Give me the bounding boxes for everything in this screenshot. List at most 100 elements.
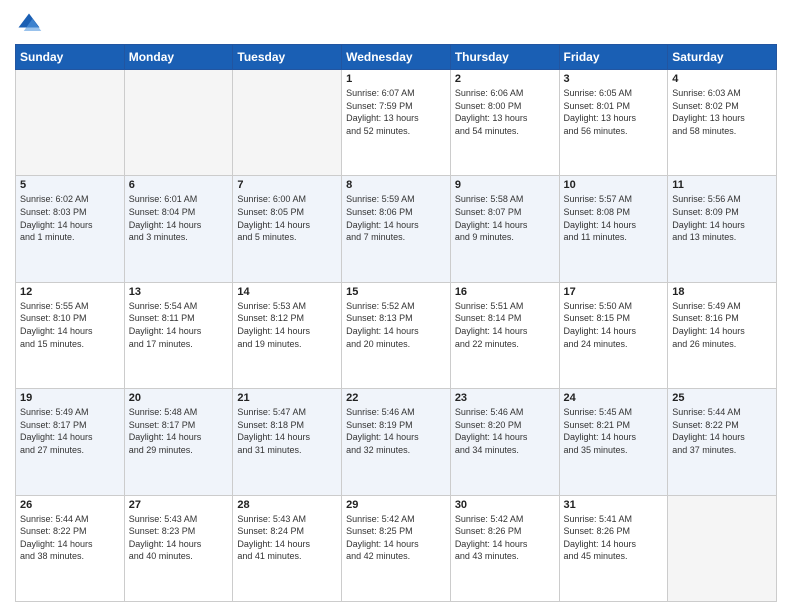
day-info: Sunrise: 6:03 AMSunset: 8:02 PMDaylight:… (672, 87, 772, 137)
day-number: 5 (20, 179, 120, 191)
weekday-header-sunday: Sunday (16, 45, 125, 70)
day-number: 6 (129, 179, 229, 191)
calendar-cell: 6 Sunrise: 6:01 AMSunset: 8:04 PMDaylight… (124, 176, 233, 282)
calendar-cell: 30Sunrise: 5:42 AMSunset: 8:26 PMDayligh… (450, 495, 559, 601)
day-info: Sunrise: 5:49 AMSunset: 8:16 PMDaylight:… (672, 300, 772, 350)
day-info: Sunrise: 5:59 AMSunset: 8:06 PMDaylight:… (346, 193, 446, 243)
calendar-cell: 23 Sunrise: 5:46 AMSunset: 8:20 PMDayligh… (450, 389, 559, 495)
calendar-cell: 27 Sunrise: 5:43 AMSunset: 8:23 PMDayligh… (124, 495, 233, 601)
day-number: 18 (672, 286, 772, 298)
day-info: Sunrise: 5:49 AMSunset: 8:17 PMDaylight:… (20, 406, 120, 456)
calendar-cell: 10 Sunrise: 5:57 AMSunset: 8:08 PMDayligh… (559, 176, 668, 282)
calendar-cell: 14Sunrise: 5:53 AMSunset: 8:12 PMDayligh… (233, 282, 342, 388)
day-number: 29 (346, 499, 446, 511)
day-info: Sunrise: 5:50 AMSunset: 8:15 PMDaylight:… (564, 300, 664, 350)
day-number: 17 (564, 286, 664, 298)
day-info: Sunrise: 5:57 AMSunset: 8:08 PMDaylight:… (564, 193, 664, 243)
calendar-cell: 4 Sunrise: 6:03 AMSunset: 8:02 PMDaylight… (668, 70, 777, 176)
day-number: 14 (237, 286, 337, 298)
day-info: Sunrise: 5:41 AMSunset: 8:26 PMDaylight:… (564, 513, 664, 563)
day-info: Sunrise: 5:46 AMSunset: 8:20 PMDaylight:… (455, 406, 555, 456)
weekday-header-thursday: Thursday (450, 45, 559, 70)
day-number: 1 (346, 73, 446, 85)
calendar-cell: 29 Sunrise: 5:42 AMSunset: 8:25 PMDayligh… (342, 495, 451, 601)
calendar-week-row: 1Sunrise: 6:07 AMSunset: 7:59 PMDaylight… (16, 70, 777, 176)
day-info: Sunrise: 5:43 AMSunset: 8:23 PMDaylight:… (129, 513, 229, 563)
day-number: 21 (237, 392, 337, 404)
calendar-cell: 11 Sunrise: 5:56 AMSunset: 8:09 PMDayligh… (668, 176, 777, 282)
day-info: Sunrise: 5:52 AMSunset: 8:13 PMDaylight:… (346, 300, 446, 350)
weekday-header-monday: Monday (124, 45, 233, 70)
day-info: Sunrise: 5:44 AMSunset: 8:22 PMDaylight:… (672, 406, 772, 456)
day-info: Sunrise: 5:58 AMSunset: 8:07 PMDaylight:… (455, 193, 555, 243)
calendar-cell: 16 Sunrise: 5:51 AMSunset: 8:14 PMDayligh… (450, 282, 559, 388)
calendar-cell: 13 Sunrise: 5:54 AMSunset: 8:11 PMDayligh… (124, 282, 233, 388)
day-number: 2 (455, 73, 555, 85)
day-number: 4 (672, 73, 772, 85)
day-info: Sunrise: 5:43 AMSunset: 8:24 PMDaylight:… (237, 513, 337, 563)
calendar-cell: 24 Sunrise: 5:45 AMSunset: 8:21 PMDayligh… (559, 389, 668, 495)
calendar-cell: 7Sunrise: 6:00 AMSunset: 8:05 PMDaylight… (233, 176, 342, 282)
weekday-header-tuesday: Tuesday (233, 45, 342, 70)
calendar-week-row: 5 Sunrise: 6:02 AMSunset: 8:03 PMDaylight… (16, 176, 777, 282)
calendar-cell (124, 70, 233, 176)
day-number: 20 (129, 392, 229, 404)
day-number: 11 (672, 179, 772, 191)
header (15, 10, 777, 38)
logo (15, 10, 47, 38)
calendar-cell: 22 Sunrise: 5:46 AMSunset: 8:19 PMDayligh… (342, 389, 451, 495)
day-number: 28 (237, 499, 337, 511)
page: SundayMondayTuesdayWednesdayThursdayFrid… (0, 0, 792, 612)
weekday-header-wednesday: Wednesday (342, 45, 451, 70)
day-info: Sunrise: 5:42 AMSunset: 8:25 PMDaylight:… (346, 513, 446, 563)
day-number: 26 (20, 499, 120, 511)
day-number: 25 (672, 392, 772, 404)
day-number: 10 (564, 179, 664, 191)
calendar-cell: 31Sunrise: 5:41 AMSunset: 8:26 PMDayligh… (559, 495, 668, 601)
day-number: 22 (346, 392, 446, 404)
day-number: 23 (455, 392, 555, 404)
day-number: 30 (455, 499, 555, 511)
calendar-cell: 20 Sunrise: 5:48 AMSunset: 8:17 PMDayligh… (124, 389, 233, 495)
calendar-table: SundayMondayTuesdayWednesdayThursdayFrid… (15, 44, 777, 602)
day-number: 15 (346, 286, 446, 298)
calendar-cell: 19 Sunrise: 5:49 AMSunset: 8:17 PMDayligh… (16, 389, 125, 495)
day-number: 3 (564, 73, 664, 85)
calendar-week-row: 12Sunrise: 5:55 AMSunset: 8:10 PMDayligh… (16, 282, 777, 388)
calendar-cell: 1Sunrise: 6:07 AMSunset: 7:59 PMDaylight… (342, 70, 451, 176)
day-number: 19 (20, 392, 120, 404)
calendar-cell: 9Sunrise: 5:58 AMSunset: 8:07 PMDaylight… (450, 176, 559, 282)
day-number: 27 (129, 499, 229, 511)
day-info: Sunrise: 6:01 AMSunset: 8:04 PMDaylight:… (129, 193, 229, 243)
day-info: Sunrise: 6:06 AMSunset: 8:00 PMDaylight:… (455, 87, 555, 137)
day-info: Sunrise: 6:00 AMSunset: 8:05 PMDaylight:… (237, 193, 337, 243)
day-number: 24 (564, 392, 664, 404)
calendar-cell: 25 Sunrise: 5:44 AMSunset: 8:22 PMDayligh… (668, 389, 777, 495)
day-number: 12 (20, 286, 120, 298)
day-number: 13 (129, 286, 229, 298)
calendar-cell (233, 70, 342, 176)
calendar-cell: 5 Sunrise: 6:02 AMSunset: 8:03 PMDaylight… (16, 176, 125, 282)
day-info: Sunrise: 5:45 AMSunset: 8:21 PMDaylight:… (564, 406, 664, 456)
calendar-cell: 15 Sunrise: 5:52 AMSunset: 8:13 PMDayligh… (342, 282, 451, 388)
day-info: Sunrise: 5:51 AMSunset: 8:14 PMDaylight:… (455, 300, 555, 350)
calendar-cell: 26Sunrise: 5:44 AMSunset: 8:22 PMDayligh… (16, 495, 125, 601)
calendar-cell: 3Sunrise: 6:05 AMSunset: 8:01 PMDaylight… (559, 70, 668, 176)
day-info: Sunrise: 5:46 AMSunset: 8:19 PMDaylight:… (346, 406, 446, 456)
day-info: Sunrise: 6:02 AMSunset: 8:03 PMDaylight:… (20, 193, 120, 243)
calendar-week-row: 19 Sunrise: 5:49 AMSunset: 8:17 PMDayligh… (16, 389, 777, 495)
weekday-header-row: SundayMondayTuesdayWednesdayThursdayFrid… (16, 45, 777, 70)
day-info: Sunrise: 5:48 AMSunset: 8:17 PMDaylight:… (129, 406, 229, 456)
weekday-header-saturday: Saturday (668, 45, 777, 70)
calendar-cell: 17 Sunrise: 5:50 AMSunset: 8:15 PMDayligh… (559, 282, 668, 388)
calendar-cell: 21 Sunrise: 5:47 AMSunset: 8:18 PMDayligh… (233, 389, 342, 495)
calendar-cell (16, 70, 125, 176)
calendar-cell (668, 495, 777, 601)
day-info: Sunrise: 5:56 AMSunset: 8:09 PMDaylight:… (672, 193, 772, 243)
day-info: Sunrise: 5:47 AMSunset: 8:18 PMDaylight:… (237, 406, 337, 456)
logo-icon (15, 10, 43, 38)
day-info: Sunrise: 5:54 AMSunset: 8:11 PMDaylight:… (129, 300, 229, 350)
day-number: 16 (455, 286, 555, 298)
calendar-cell: 12Sunrise: 5:55 AMSunset: 8:10 PMDayligh… (16, 282, 125, 388)
calendar-cell: 18 Sunrise: 5:49 AMSunset: 8:16 PMDayligh… (668, 282, 777, 388)
